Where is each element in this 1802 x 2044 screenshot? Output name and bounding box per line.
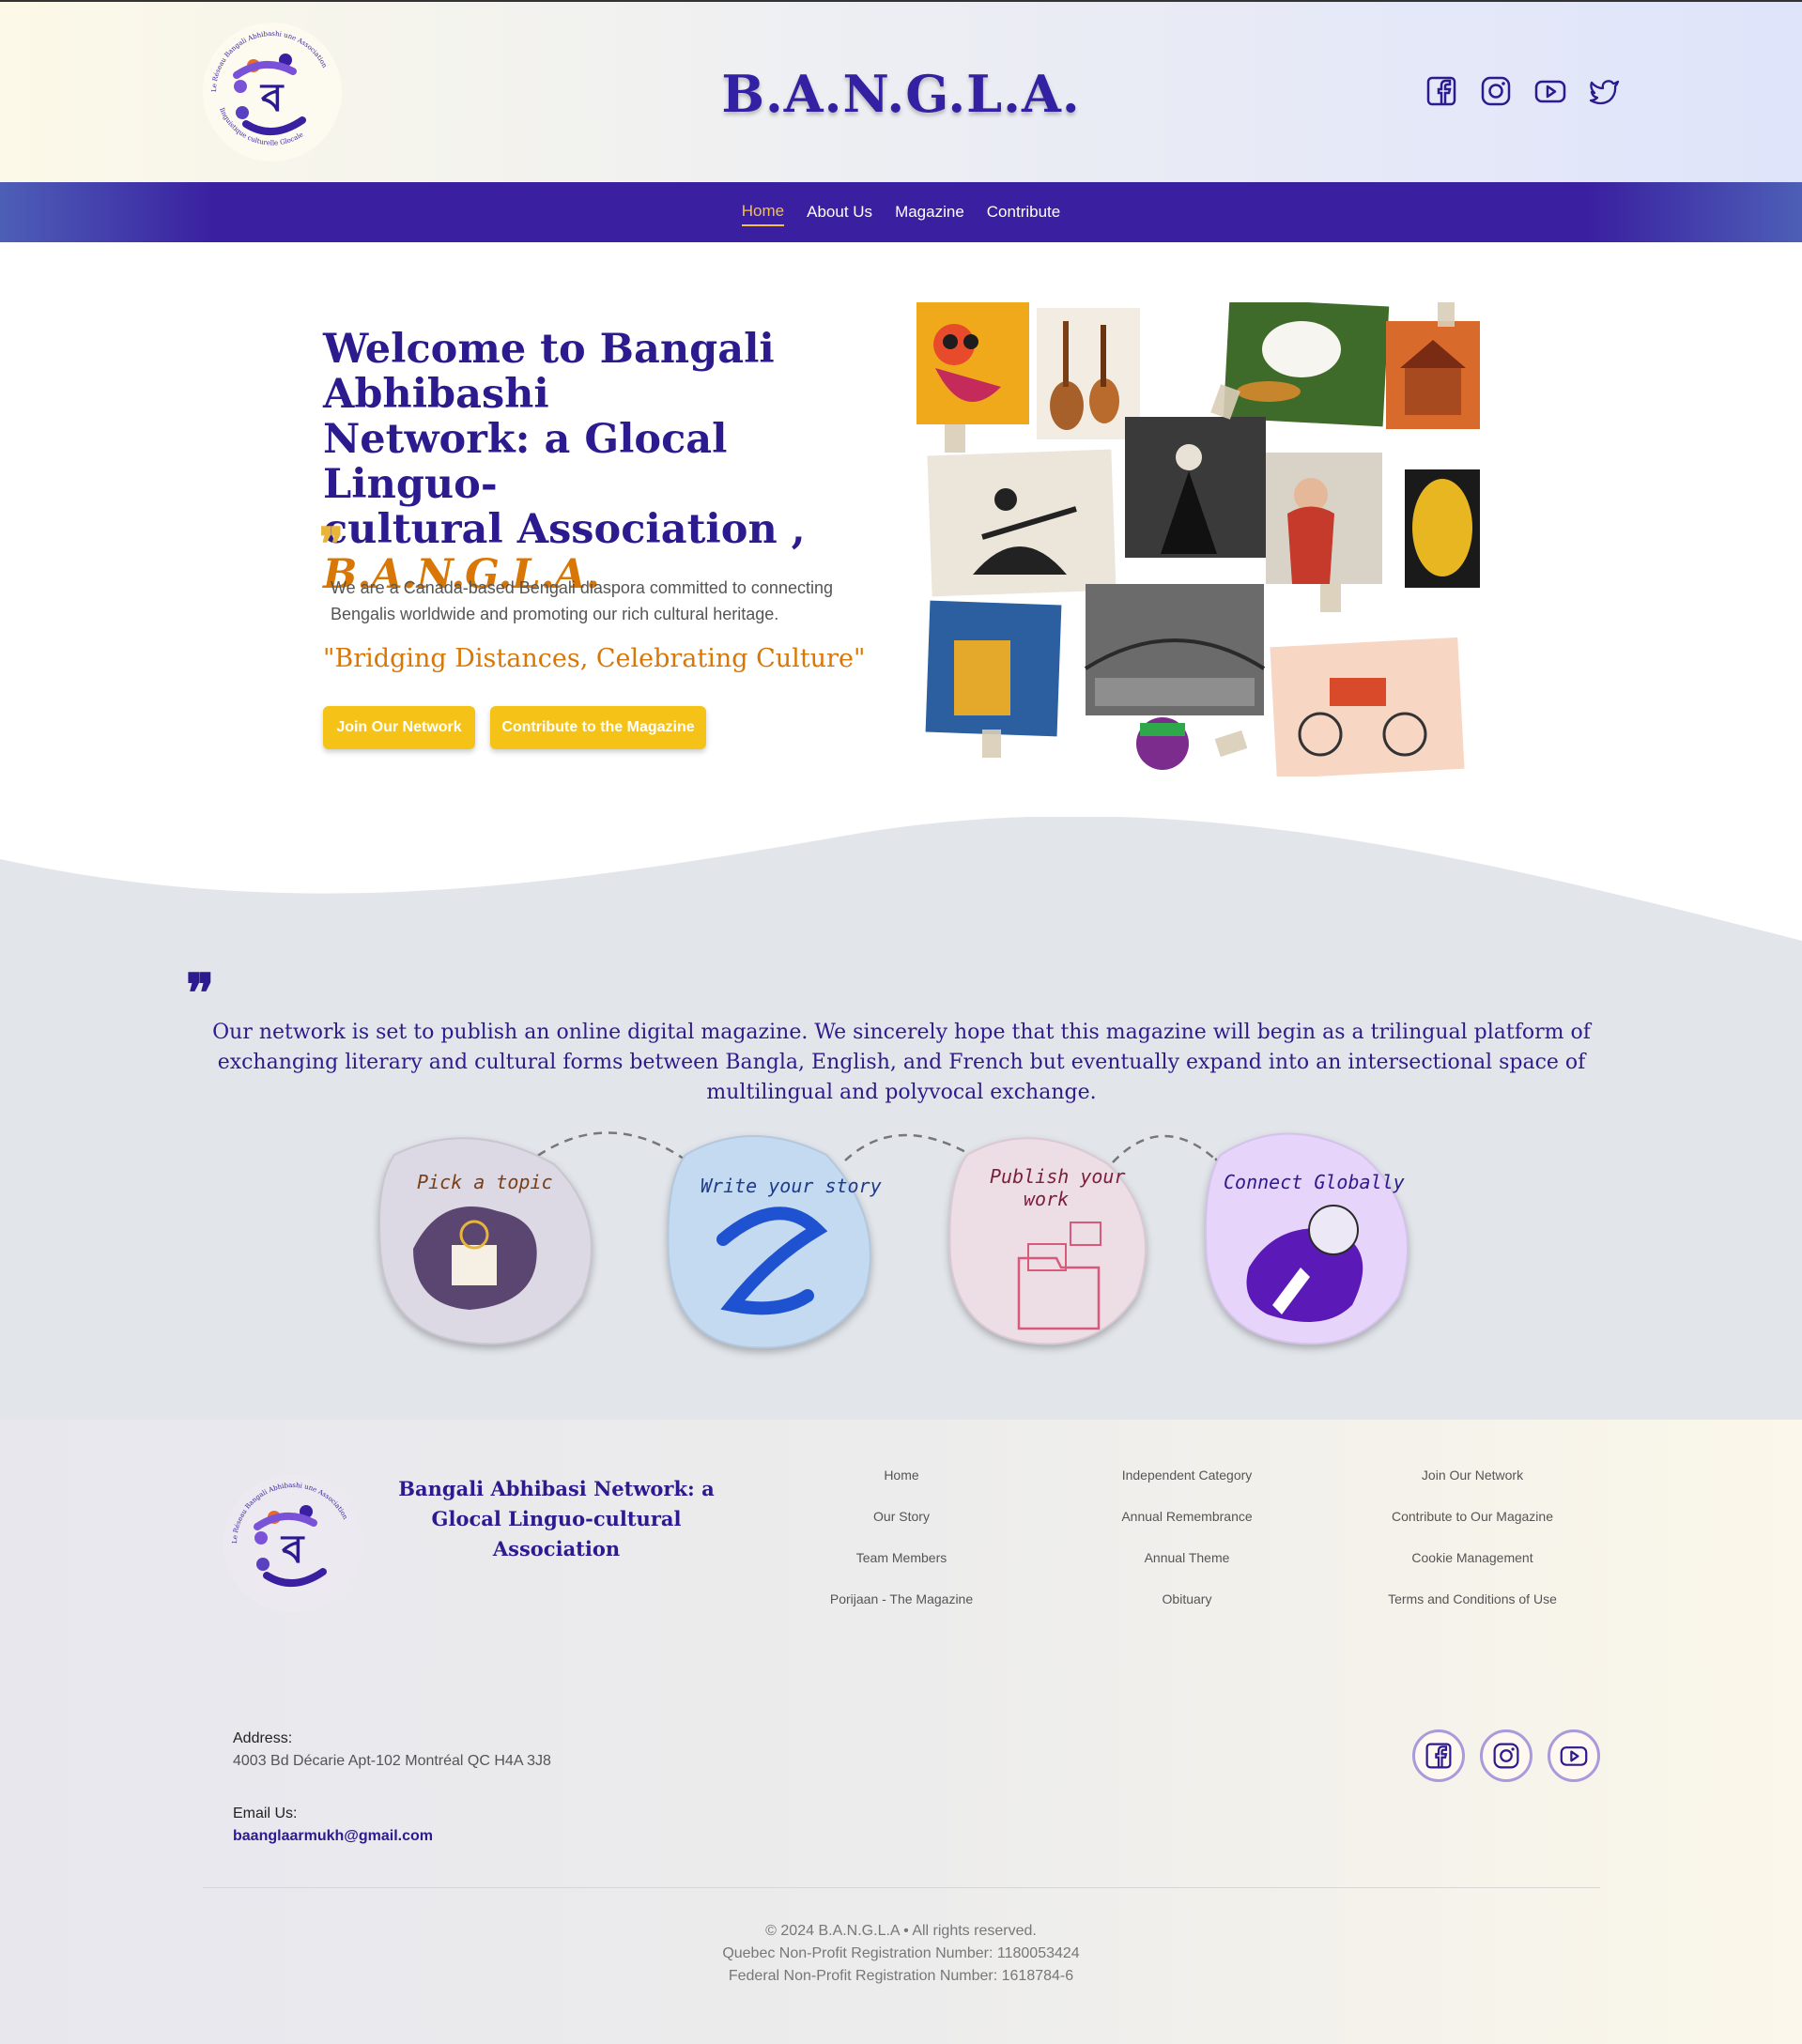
svg-text:Connect Globally: Connect Globally — [1224, 1171, 1405, 1193]
publishing-steps: Pick a topic Write your story Publish yo… — [378, 1131, 1409, 1349]
hero-title: Welcome to Bangali Abhibashi Network: a … — [323, 327, 886, 597]
footer-link-cookie-management[interactable]: Cookie Management — [1350, 1547, 1594, 1589]
svg-text:ব: ব — [280, 1526, 305, 1572]
svg-text:Pick a topic: Pick a topic — [417, 1171, 553, 1193]
facebook-icon[interactable] — [1412, 1729, 1465, 1782]
main-nav: Home About Us Magazine Contribute — [0, 182, 1802, 242]
instagram-icon[interactable] — [1480, 1729, 1532, 1782]
contribute-magazine-button[interactable]: Contribute to the Magazine — [490, 706, 706, 749]
step-pick-topic: Pick a topic — [378, 1137, 593, 1345]
footer-link-our-story[interactable]: Our Story — [779, 1506, 1024, 1547]
hero-tagline: "Bridging Distances, Celebrating Culture… — [323, 644, 866, 673]
footer-link-annual-remembrance[interactable]: Annual Remembrance — [1065, 1506, 1309, 1547]
youtube-icon[interactable] — [1548, 1729, 1600, 1782]
footer-divider — [203, 1887, 1600, 1888]
hero-collage-image — [916, 302, 1480, 776]
quote-icon: ❞ — [319, 518, 344, 571]
footer-link-contribute-magazine[interactable]: Contribute to Our Magazine — [1350, 1506, 1594, 1547]
nav-magazine[interactable]: Magazine — [895, 199, 964, 225]
footer-link-home[interactable]: Home — [779, 1465, 1024, 1506]
federal-registration: Federal Non-Profit Registration Number: … — [728, 1968, 1074, 1984]
svg-text:Write your story: Write your story — [701, 1175, 882, 1197]
step-connect-globally: Connect Globally — [1205, 1132, 1409, 1345]
facebook-icon[interactable] — [1425, 75, 1457, 107]
hero-title-line-3: cultural Association , — [323, 506, 806, 553]
footer-link-annual-theme[interactable]: Annual Theme — [1065, 1547, 1309, 1589]
email-label: Email Us: — [233, 1806, 298, 1821]
footer-link-team-members[interactable]: Team Members — [779, 1547, 1024, 1589]
quote-icon: ❞ — [186, 962, 215, 1024]
footer-link-porijaan[interactable]: Porijaan - The Magazine — [779, 1589, 1024, 1630]
step-publish-work: Publish your work — [948, 1137, 1147, 1345]
footer-social-links — [1412, 1729, 1600, 1782]
nav-about-us[interactable]: About Us — [807, 199, 872, 225]
footer-logo[interactable]: Le Réseau Bangali Abhibashi une Associat… — [220, 1470, 366, 1617]
copyright: © 2024 B.A.N.G.L.A • All rights reserved… — [765, 1923, 1037, 1939]
footer-link-obituary[interactable]: Obituary — [1065, 1589, 1309, 1630]
join-network-button[interactable]: Join Our Network — [323, 706, 475, 749]
footer-link-terms[interactable]: Terms and Conditions of Use — [1350, 1589, 1594, 1630]
footer-links-col-1: Home Our Story Team Members Porijaan - T… — [779, 1465, 1024, 1630]
hero-title-line-2: Network: a Glocal Linguo- — [323, 416, 728, 508]
address-value: 4003 Bd Décarie Apt-102 Montréal QC H4A … — [233, 1753, 551, 1769]
svg-text:Publish your: Publish your — [990, 1165, 1126, 1188]
hero-description: We are a Canada-based Bengali diaspora c… — [331, 578, 833, 623]
email-link[interactable]: baanglaarmukh@gmail.com — [233, 1828, 433, 1845]
quebec-registration: Quebec Non-Profit Registration Number: 1… — [722, 1945, 1080, 1961]
svg-text:work: work — [1024, 1188, 1069, 1210]
footer-link-join-network[interactable]: Join Our Network — [1350, 1465, 1594, 1506]
footer-org-name: Bangali Abhibasi Network: a Glocal Lingu… — [398, 1477, 715, 1560]
nav-contribute[interactable]: Contribute — [987, 199, 1060, 225]
address-label: Address: — [233, 1730, 293, 1746]
youtube-icon[interactable] — [1534, 75, 1566, 107]
magazine-description: Our network is set to publish an online … — [212, 1021, 1591, 1104]
site-header: Le Réseau Bangali Abhibashi une Associat… — [0, 0, 1802, 182]
instagram-icon[interactable] — [1480, 75, 1512, 107]
step-write-story: Write your story — [667, 1135, 882, 1349]
footer-link-independent-category[interactable]: Independent Category — [1065, 1465, 1309, 1506]
twitter-icon[interactable] — [1589, 75, 1621, 107]
nav-home[interactable]: Home — [741, 198, 785, 226]
hero-title-line-1: Welcome to Bangali Abhibashi — [323, 326, 775, 418]
header-social-links — [1425, 75, 1621, 107]
footer-links-col-2: Independent Category Annual Remembrance … — [1065, 1465, 1309, 1630]
footer-links-col-3: Join Our Network Contribute to Our Magaz… — [1350, 1465, 1594, 1630]
